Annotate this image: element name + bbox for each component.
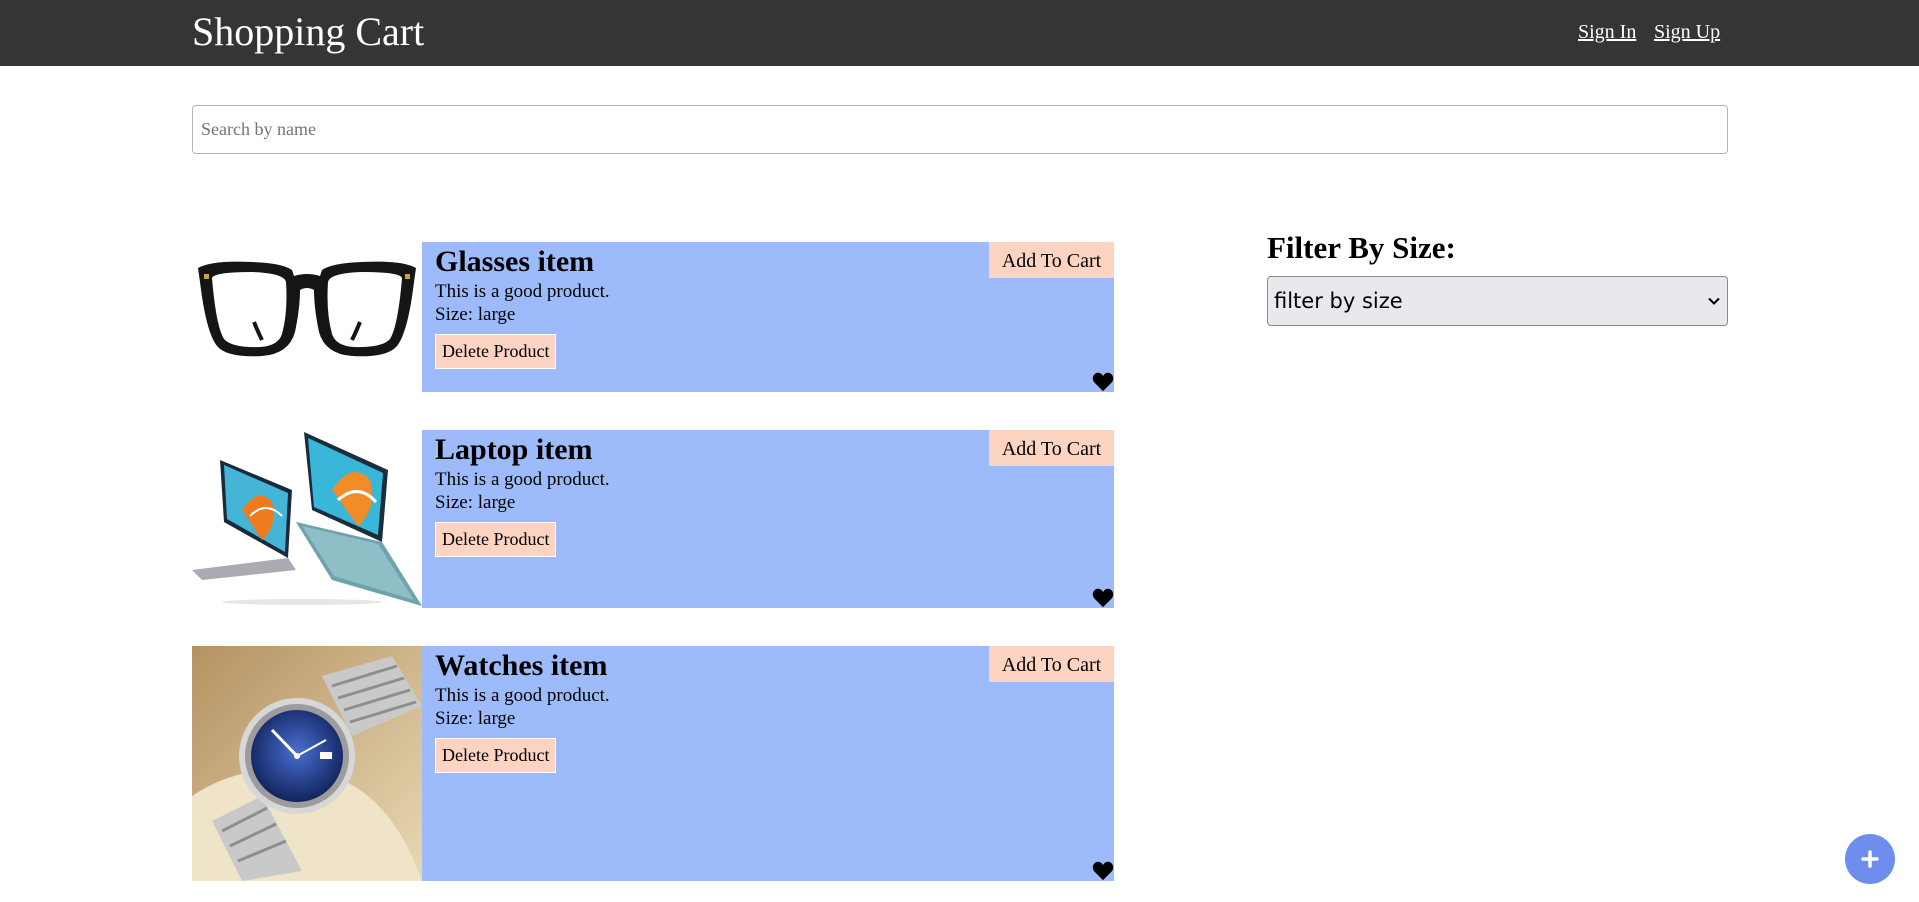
product-description: This is a good product. [435, 281, 610, 302]
product-card-watches: Watches item This is a good product. Siz… [192, 646, 1114, 881]
sign-up-link[interactable]: Sign Up [1654, 20, 1720, 44]
heart-icon[interactable] [1092, 588, 1114, 608]
size-filter-select[interactable]: filter by size [1267, 276, 1728, 326]
product-details-watches: Watches item This is a good product. Siz… [422, 646, 1114, 881]
product-description: This is a good product. [435, 685, 610, 706]
site-title: Shopping Cart [192, 9, 425, 54]
product-details-laptop: Laptop item This is a good product. Size… [422, 430, 1114, 608]
plus-icon [1861, 850, 1879, 868]
product-size: Size: large [435, 708, 516, 729]
product-name: Watches item [435, 649, 608, 682]
header: Shopping Cart Sign In Sign Up [0, 0, 1919, 66]
chevron-down-icon [1708, 297, 1720, 305]
product-card-laptop: Laptop item This is a good product. Size… [192, 430, 1114, 608]
add-to-cart-button[interactable]: Add To Cart [989, 430, 1114, 466]
delete-product-button[interactable]: Delete Product [435, 522, 557, 557]
product-details-glasses: Glasses item This is a good product. Siz… [422, 242, 1114, 392]
sign-in-link[interactable]: Sign In [1578, 20, 1636, 44]
add-to-cart-button[interactable]: Add To Cart [989, 242, 1114, 278]
product-description: This is a good product. [435, 469, 610, 490]
product-size: Size: large [435, 304, 516, 325]
add-to-cart-button[interactable]: Add To Cart [989, 646, 1114, 682]
delete-product-button[interactable]: Delete Product [435, 334, 557, 369]
product-name: Laptop item [435, 433, 593, 466]
search-input[interactable] [192, 105, 1728, 154]
product-image-watch [192, 646, 422, 881]
product-image-laptop [192, 430, 422, 608]
heart-icon[interactable] [1092, 861, 1114, 881]
add-product-fab[interactable] [1845, 834, 1895, 884]
filter-title: Filter By Size: [1267, 230, 1456, 265]
product-image-glasses [192, 242, 422, 392]
size-filter-value: filter by size [1274, 289, 1403, 313]
product-size: Size: large [435, 492, 516, 513]
product-name: Glasses item [435, 245, 595, 278]
product-card-glasses: Glasses item This is a good product. Siz… [192, 242, 1114, 392]
heart-icon[interactable] [1092, 372, 1114, 392]
delete-product-button[interactable]: Delete Product [435, 738, 557, 773]
